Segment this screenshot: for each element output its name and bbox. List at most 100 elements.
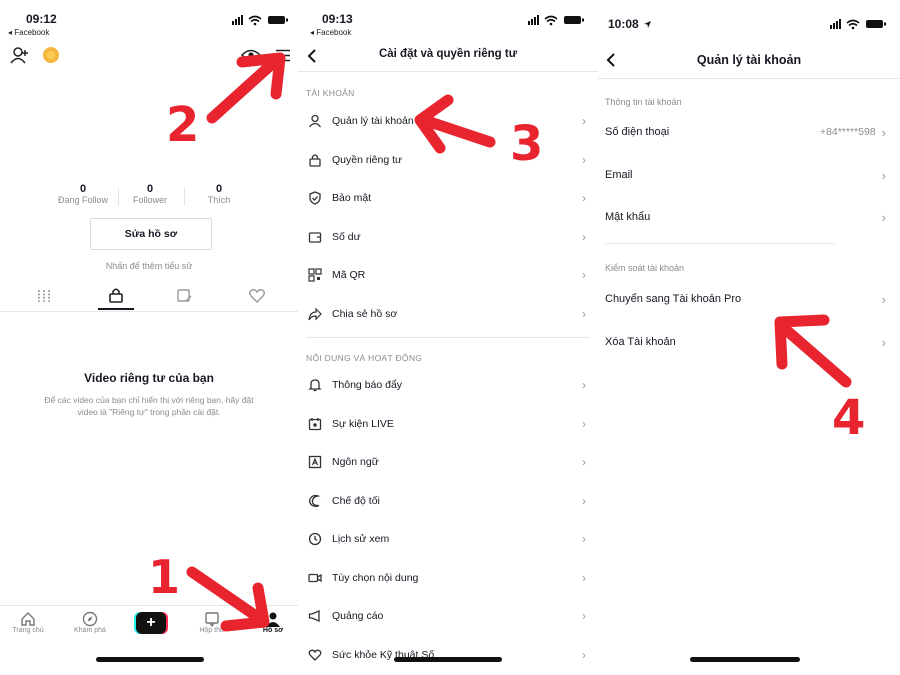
chevron-right-icon: ›	[582, 152, 586, 167]
settings-row[interactable]: Sự kiện LIVE ›	[298, 405, 598, 443]
stat-followers[interactable]: 0 Follower	[115, 183, 185, 205]
settings-row[interactable]: Bảo mật ›	[298, 179, 598, 217]
settings-row-label: Số dư	[332, 230, 361, 243]
private-tab-lock-icon[interactable]	[108, 287, 124, 303]
video-icon	[308, 573, 322, 582]
videos-tab-icon[interactable]	[37, 289, 51, 303]
tab-discover[interactable]: Khám phá	[65, 611, 115, 634]
annotation-step-2: 2	[166, 97, 200, 153]
settings-screen: 09:13 ◂ Facebook Cài đặt và quyền riêng …	[298, 0, 598, 675]
signal-wifi-battery-icon	[830, 19, 886, 30]
page-title: Cài đặt và quyền riêng tư	[378, 48, 518, 60]
wallet-icon	[308, 231, 322, 243]
chevron-right-icon: ›	[582, 493, 586, 508]
stat-following[interactable]: 0 Đang Follow	[48, 183, 118, 205]
settings-row-label: Ngôn ngữ	[332, 456, 379, 468]
chevron-right-icon: ›	[582, 416, 586, 431]
settings-row[interactable]: Ngôn ngữ ›	[298, 443, 598, 481]
health-icon	[308, 649, 322, 661]
shield-icon	[309, 191, 321, 205]
signal-wifi-battery-icon	[232, 15, 288, 26]
settings-row-label: Quảng cáo	[332, 610, 384, 622]
chevron-right-icon: ›	[582, 609, 586, 623]
password-row[interactable]: Mật khẩu ›	[598, 197, 900, 237]
chevron-right-icon: ›	[881, 334, 886, 350]
profile-screen: 09:12 ◂ Facebook 0 Đang Follow 0 Followe…	[0, 0, 298, 675]
reposts-tab-icon[interactable]	[177, 289, 193, 303]
settings-row[interactable]: Tùy chọn nội dung ›	[298, 559, 598, 597]
add-bio-link[interactable]: Nhấn để thêm tiểu sử	[0, 261, 298, 271]
email-row[interactable]: Email ›	[598, 155, 900, 195]
user-icon	[308, 114, 322, 128]
settings-row-label: Lịch sử xem	[332, 533, 390, 545]
home-indicator	[690, 657, 800, 662]
chevron-right-icon: ›	[582, 191, 586, 205]
annotation-arrow-3	[414, 94, 496, 154]
annotation-arrow-4	[774, 314, 852, 388]
settings-row-label: Mã QR	[332, 269, 366, 281]
annotation-arrow-2	[206, 52, 286, 124]
tab-home[interactable]: Trang chủ	[3, 611, 53, 634]
share-icon	[308, 307, 322, 320]
chevron-right-icon: ›	[582, 378, 586, 392]
settings-row[interactable]: Số dư ›	[298, 218, 598, 256]
phone-number-value: +84*****598	[819, 126, 876, 138]
phone-number-row[interactable]: Số điện thoại +84*****598 ›	[598, 112, 900, 152]
liked-tab-icon[interactable]	[249, 288, 265, 303]
chevron-right-icon: ›	[881, 291, 886, 307]
settings-row[interactable]: Lịch sử xem ›	[298, 520, 598, 558]
edit-profile-button[interactable]: Sửa hồ sơ	[90, 218, 212, 250]
chevron-right-icon: ›	[881, 124, 886, 140]
annotation-step-4: 4	[832, 390, 866, 446]
settings-row[interactable]: Chia sẻ hồ sơ ›	[298, 295, 598, 333]
annotation-step-1: 1	[148, 550, 181, 604]
signal-wifi-battery-icon	[528, 15, 584, 26]
settings-row[interactable]: Thông báo đẩy ›	[298, 366, 598, 404]
settings-row-label: Thông báo đẩy	[332, 379, 403, 391]
status-time: 10:08	[608, 17, 639, 31]
coin-icon[interactable]	[42, 46, 60, 64]
stat-likes[interactable]: 0 Thích	[184, 183, 254, 205]
private-videos-desc-1: Để các video của bạn chỉ hiển thị với ri…	[44, 395, 254, 405]
phone-number-label: Số điện thoại	[605, 126, 670, 138]
home-icon	[21, 612, 35, 626]
add-friend-icon[interactable]	[10, 46, 30, 64]
status-icons	[232, 14, 290, 29]
plus-icon: +	[136, 612, 166, 634]
section-content-title: NỘI DUNG VÀ HOẠT ĐỘNG	[306, 353, 423, 363]
settings-row[interactable]: Mã QR ›	[298, 256, 598, 294]
chevron-right-icon: ›	[582, 268, 586, 282]
chevron-right-icon: ›	[582, 455, 586, 469]
chevron-right-icon: ›	[582, 306, 586, 321]
settings-row[interactable]: Sức khỏe Kỹ thuật Số ›	[298, 636, 598, 674]
settings-row-label: Sự kiện LIVE	[332, 417, 394, 430]
history-icon	[308, 532, 322, 546]
status-time: 09:13	[322, 12, 353, 26]
qr-icon	[308, 268, 322, 282]
chevron-right-icon: ›	[582, 647, 586, 662]
settings-row[interactable]: Chế độ tối ›	[298, 482, 598, 520]
page-title: Quản lý tài khoản	[696, 53, 802, 67]
email-label: Email	[605, 169, 633, 181]
back-to-app-link[interactable]: ◂ Facebook	[310, 28, 351, 37]
chevron-right-icon: ›	[582, 532, 586, 546]
active-tab-indicator	[98, 308, 134, 310]
back-to-app-link[interactable]: ◂ Facebook	[8, 28, 49, 37]
settings-row[interactable]: Quảng cáo ›	[298, 597, 598, 635]
section-account-info-title: Thông tin tài khoản	[605, 97, 682, 107]
section-account-title: TÀI KHOẢN	[306, 88, 355, 98]
account-management-screen: 10:08 Quản lý tài khoản Thông tin tài kh…	[598, 0, 900, 675]
bell-icon	[308, 379, 322, 392]
annotation-arrow-1	[186, 566, 270, 632]
section-account-control-title: Kiểm soát tài khoản	[605, 263, 685, 273]
private-videos-desc-2: video là "Riêng tư" trong phần cài đặt.	[77, 407, 221, 417]
home-indicator	[96, 657, 204, 662]
settings-row-label: Tùy chọn nội dung	[332, 571, 419, 584]
chevron-right-icon: ›	[582, 229, 586, 244]
chevron-right-icon: ›	[582, 114, 586, 128]
chevron-right-icon: ›	[582, 570, 586, 585]
chevron-right-icon: ›	[881, 209, 886, 225]
create-video-button[interactable]: +	[134, 612, 168, 634]
settings-row-label: Bảo mật	[332, 192, 372, 204]
home-indicator	[394, 657, 502, 662]
